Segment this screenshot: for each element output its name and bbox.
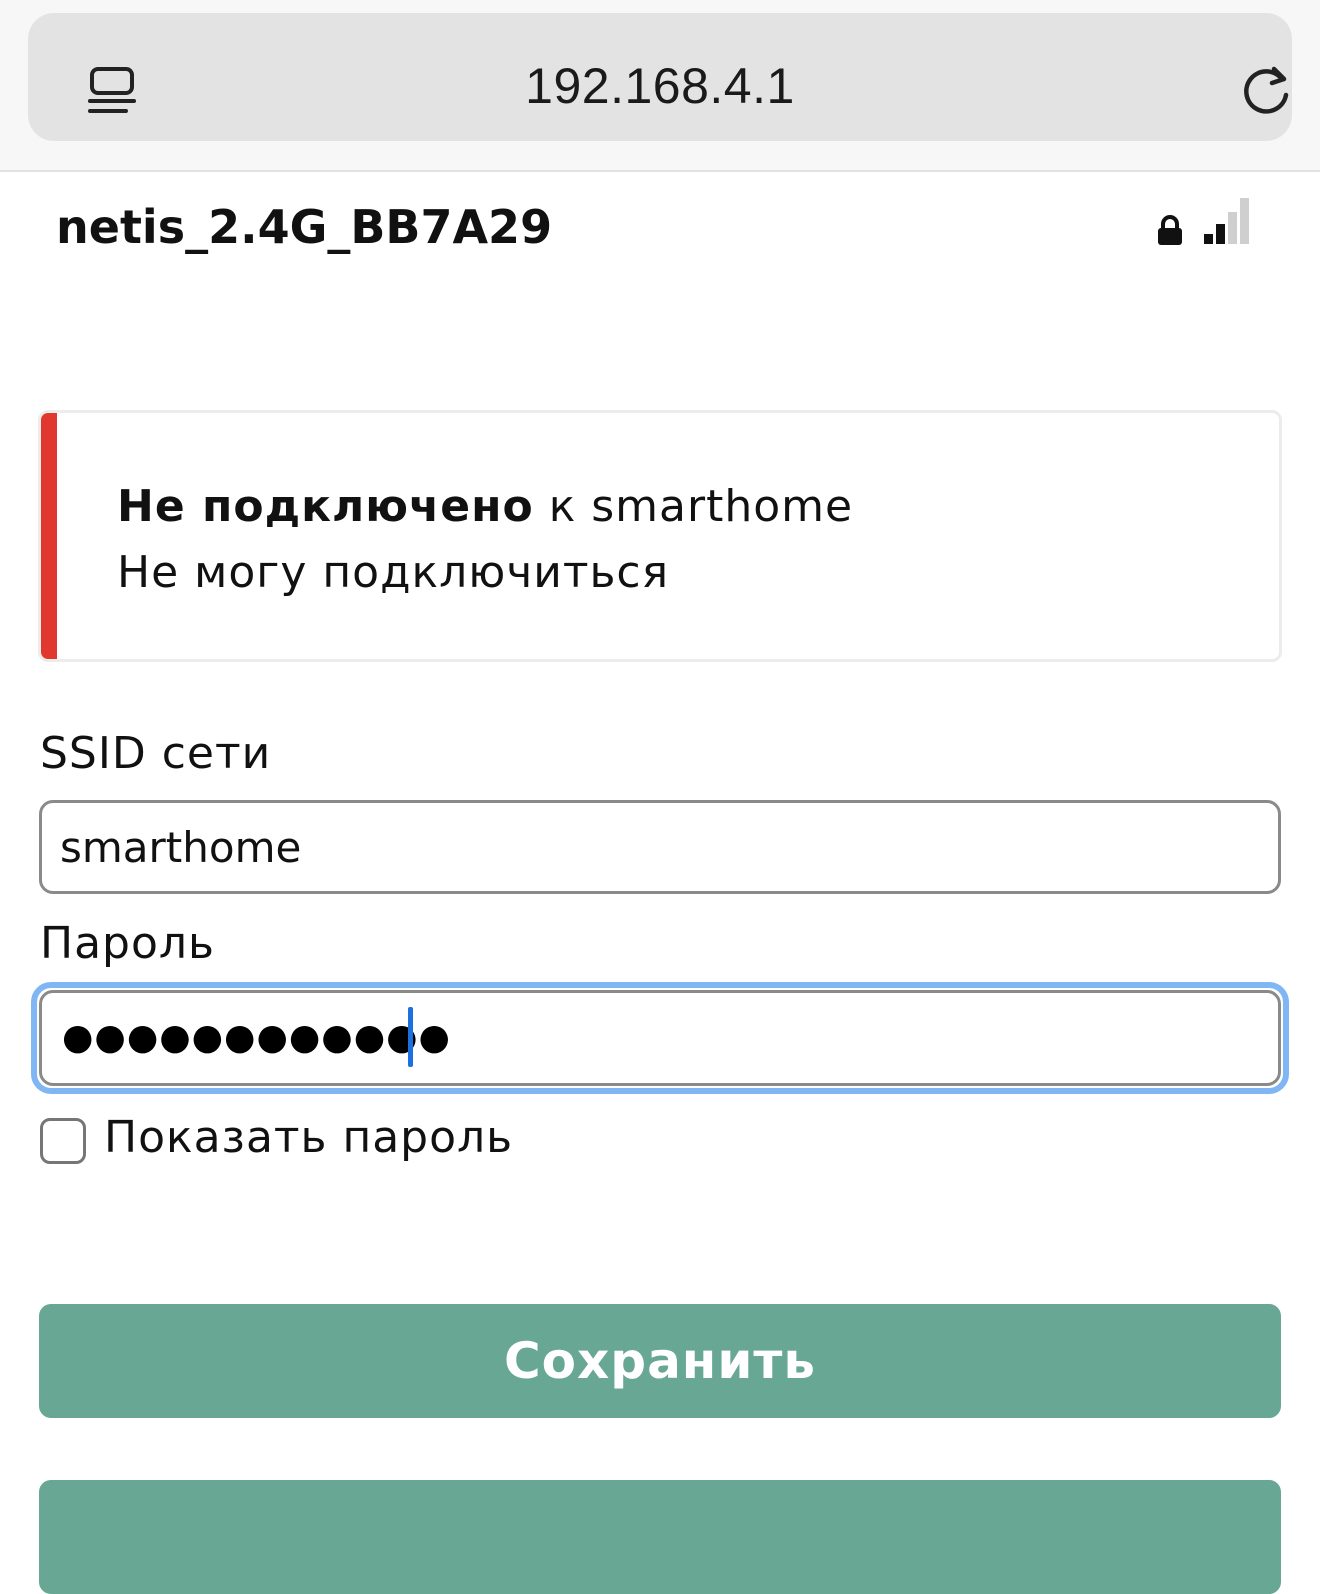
save-button[interactable]: Сохранить — [39, 1304, 1281, 1418]
password-input[interactable]: ●●●●●●●●●●●● — [39, 990, 1281, 1086]
password-label: Пароль — [40, 918, 215, 969]
status-message: Не могу подключиться — [117, 547, 670, 598]
password-masked-value: ●●●●●●●●●●●● — [62, 1017, 451, 1058]
show-password-checkbox[interactable] — [40, 1118, 86, 1164]
status-title: Не подключено к smarthome — [117, 481, 853, 532]
address-bar[interactable]: 192.168.4.1 — [28, 13, 1292, 141]
network-name: netis_2.4G_BB7A29 — [56, 200, 553, 254]
secondary-button[interactable] — [39, 1480, 1281, 1594]
network-row[interactable]: netis_2.4G_BB7A29 — [0, 172, 1320, 292]
ssid-input[interactable] — [39, 800, 1281, 894]
status-accent-bar — [41, 413, 57, 659]
status-state: Не подключено — [117, 481, 534, 532]
url-text[interactable]: 192.168.4.1 — [28, 57, 1292, 115]
password-focus-ring: ●●●●●●●●●●●● — [31, 982, 1289, 1094]
reload-icon[interactable] — [1238, 63, 1296, 121]
connection-status-card: Не подключено к smarthome Не могу подклю… — [38, 410, 1282, 662]
lock-icon — [1158, 215, 1182, 245]
ssid-label: SSID сети — [40, 728, 272, 779]
text-caret — [408, 1007, 413, 1067]
status-target: к smarthome — [533, 481, 854, 532]
show-password-label[interactable]: Показать пароль — [104, 1112, 513, 1163]
browser-toolbar: 192.168.4.1 — [0, 0, 1320, 172]
signal-strength-icon — [1204, 198, 1249, 244]
